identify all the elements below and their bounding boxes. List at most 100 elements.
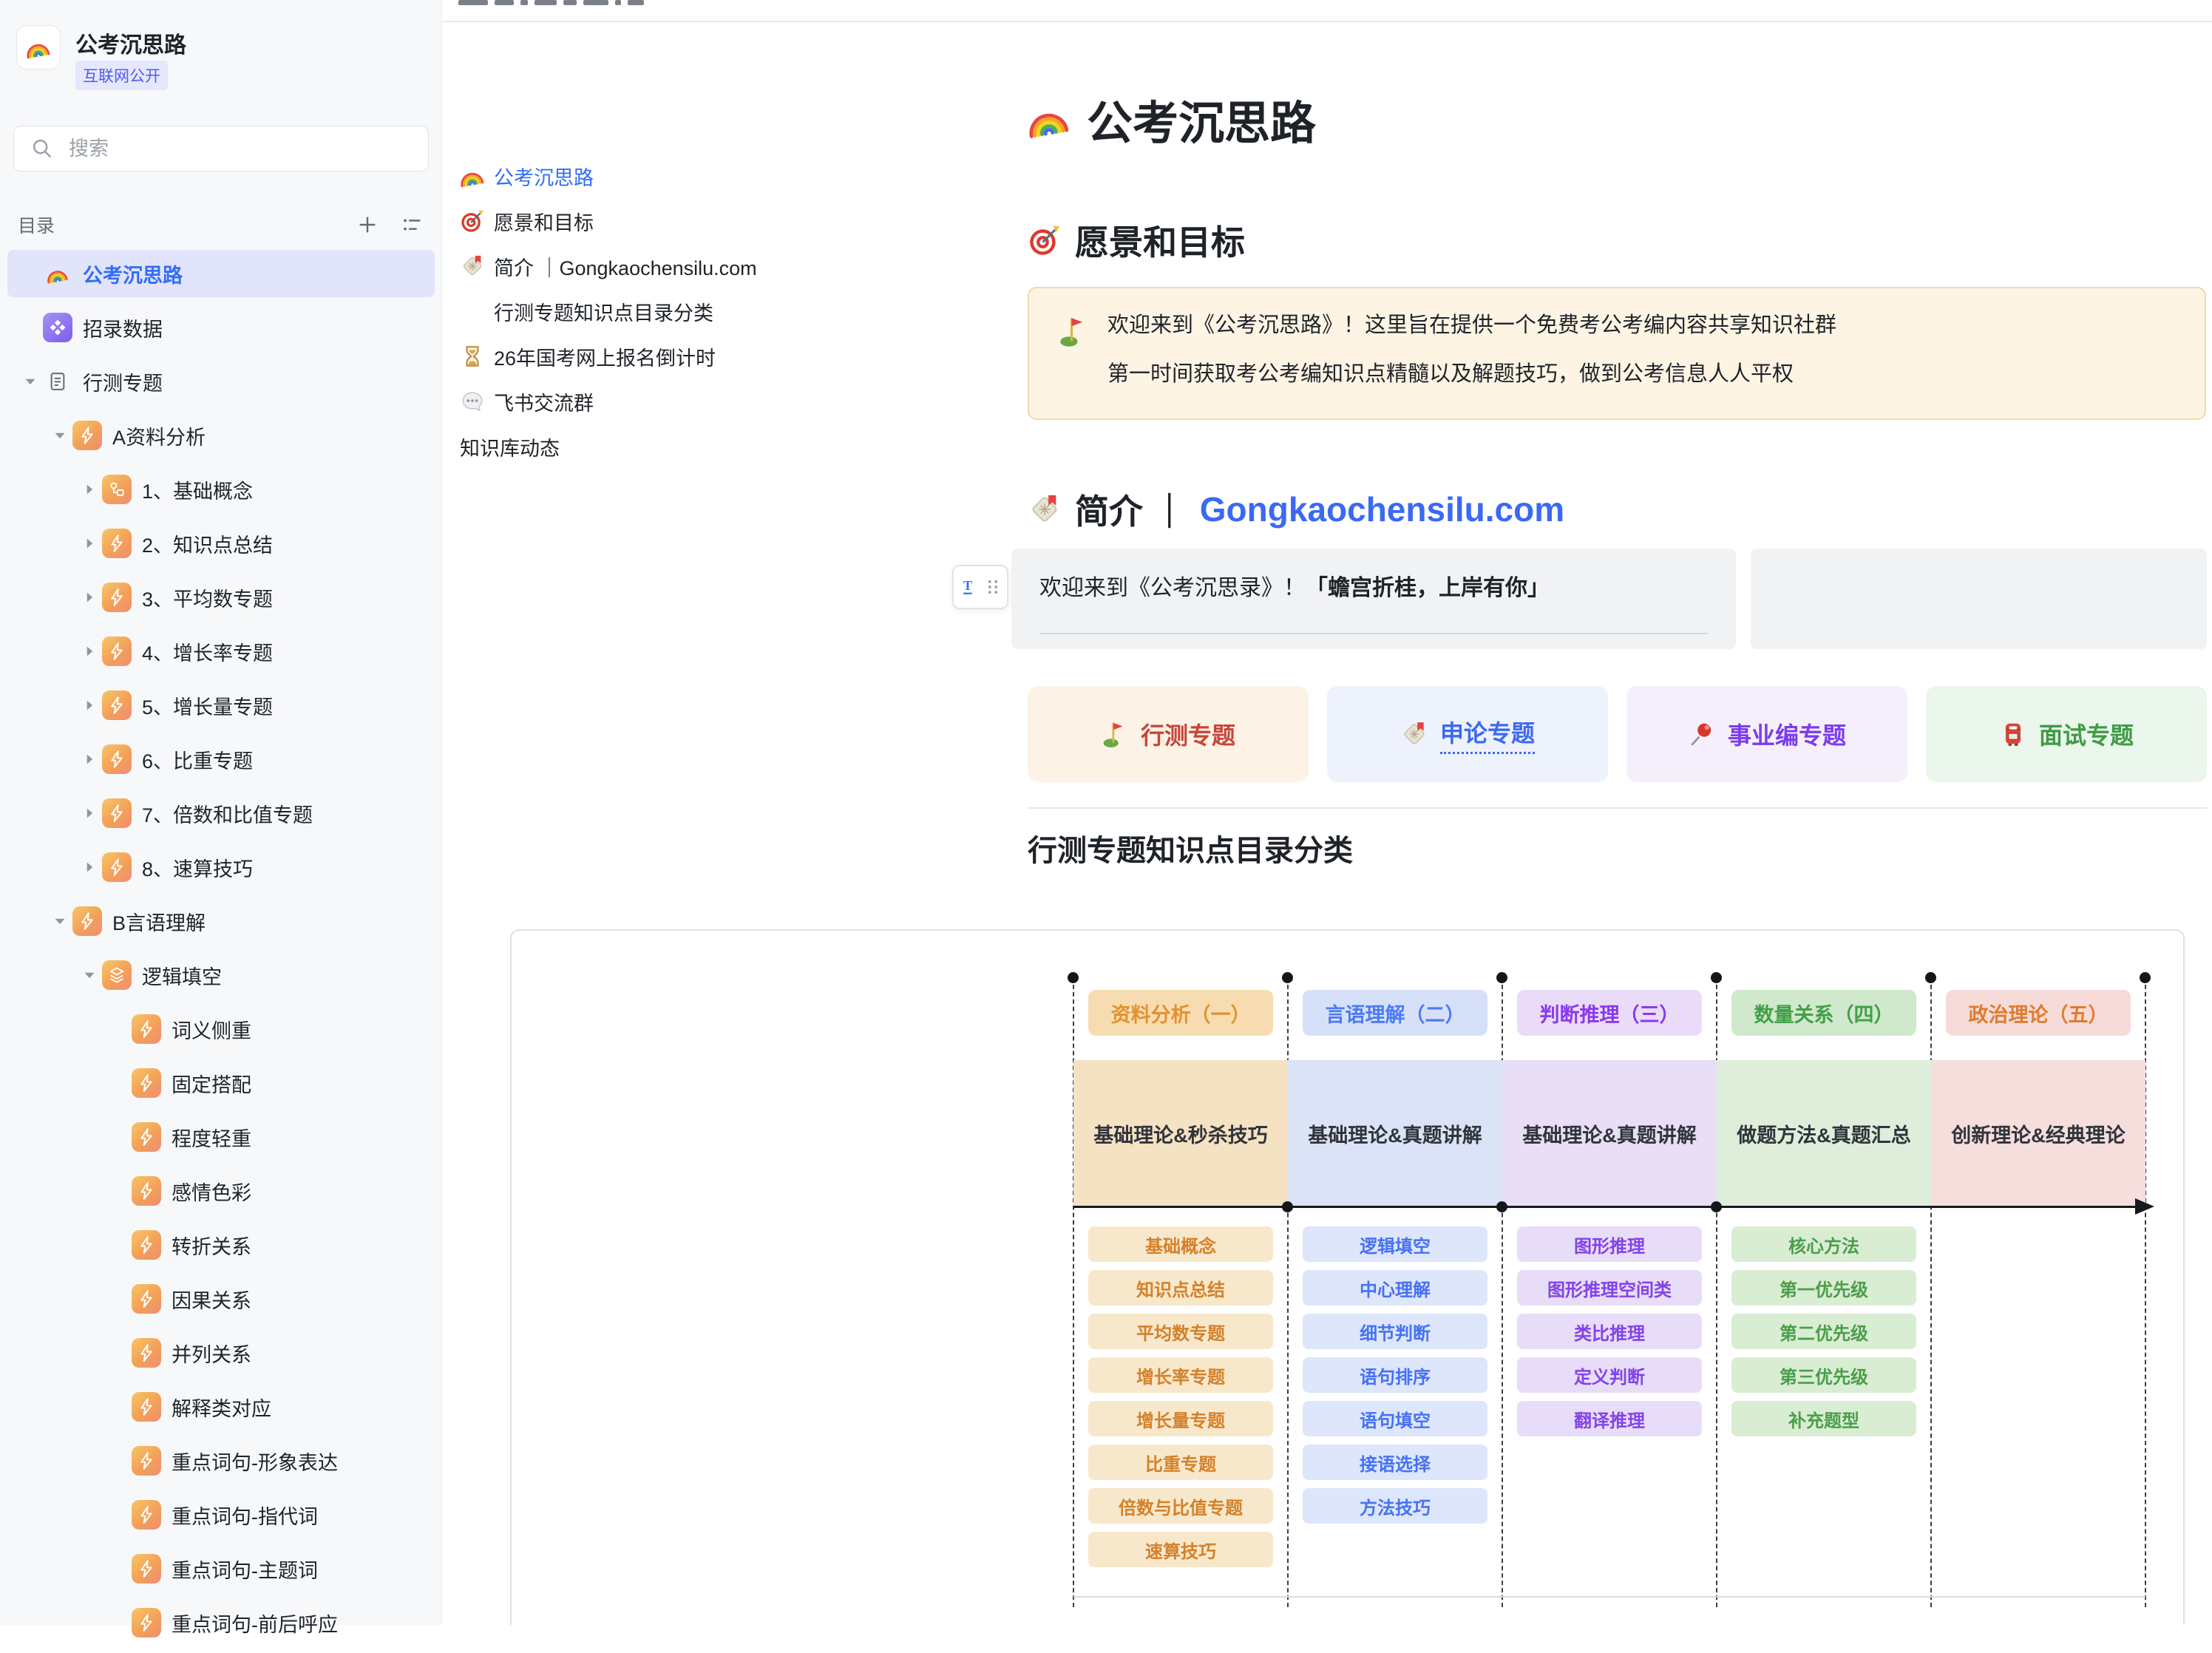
topic-card[interactable]: 面试专题: [1926, 686, 2207, 782]
board-item-pill[interactable]: 中心理解: [1303, 1270, 1487, 1306]
sidebar-item[interactable]: 1、基础概念: [7, 466, 435, 513]
board-column-header[interactable]: 资料分析（一）: [1088, 990, 1273, 1036]
caret-down-icon[interactable]: [77, 967, 102, 983]
caret-right-icon[interactable]: [77, 535, 102, 551]
board-item-pill[interactable]: 接语选择: [1303, 1445, 1487, 1480]
rainbow-icon: [43, 259, 72, 288]
lightning-icon: [132, 1500, 161, 1530]
sidebar-item[interactable]: 6、比重专题: [7, 736, 435, 783]
topic-card[interactable]: 事业编专题: [1626, 686, 1907, 782]
board-item-pill[interactable]: 第二优先级: [1731, 1314, 1916, 1349]
sidebar-item[interactable]: 并列关系: [7, 1329, 435, 1377]
caret-right-icon[interactable]: [77, 697, 102, 713]
search-input[interactable]: [13, 126, 429, 172]
board-item-pill[interactable]: 语句排序: [1303, 1357, 1487, 1393]
list-settings-icon[interactable]: [399, 212, 424, 237]
caret-down-icon[interactable]: [47, 427, 72, 444]
plus-icon[interactable]: [355, 212, 380, 237]
board-item-pill[interactable]: 速算技巧: [1088, 1532, 1273, 1567]
sidebar-item-label: 重点词句-形象表达: [172, 1447, 338, 1476]
sidebar-item[interactable]: 7、倍数和比值专题: [7, 790, 435, 837]
topic-card[interactable]: 行测专题: [1028, 686, 1309, 782]
caret-right-icon[interactable]: [77, 751, 102, 767]
outline-item[interactable]: 26年国考网上报名倒计时: [460, 340, 977, 373]
board-item-pill[interactable]: 图形推理: [1517, 1226, 1702, 1262]
outline-item[interactable]: 知识库动态: [460, 430, 977, 463]
caret-right-icon[interactable]: [77, 481, 102, 498]
board-phase-band[interactable]: 基础理论&秒杀技巧: [1073, 1060, 1288, 1207]
sidebar-item[interactable]: 重点词句-前后呼应: [7, 1599, 435, 1646]
outline-item[interactable]: 行测专题知识点目录分类: [460, 295, 977, 327]
board-item-pill[interactable]: 比重专题: [1088, 1445, 1273, 1480]
board-phase-band[interactable]: 基础理论&真题讲解: [1288, 1060, 1502, 1207]
caret-right-icon[interactable]: [77, 589, 102, 605]
board-item-pill[interactable]: 倍数与比值专题: [1088, 1488, 1273, 1524]
sidebar-item[interactable]: 行测专题: [7, 358, 435, 405]
board-item-pill[interactable]: 增长量专题: [1088, 1401, 1273, 1436]
board-item-pill[interactable]: 核心方法: [1731, 1226, 1916, 1262]
sidebar-item[interactable]: 程度轻重: [7, 1113, 435, 1161]
outline-item[interactable]: 飞书交流群: [460, 385, 977, 418]
guide-dot: [1925, 972, 1936, 983]
sidebar-item[interactable]: 4、增长率专题: [7, 628, 435, 675]
board-item-pill[interactable]: 第一优先级: [1731, 1270, 1916, 1306]
board-column-header[interactable]: 判断推理（三）: [1517, 990, 1702, 1036]
sidebar-item[interactable]: 词义侧重: [7, 1005, 435, 1053]
board-phase-band[interactable]: 做题方法&真题汇总: [1717, 1060, 1931, 1207]
sidebar-item[interactable]: 招录数据: [7, 304, 435, 351]
board-item-pill[interactable]: 第三优先级: [1731, 1357, 1916, 1393]
text-style-icon[interactable]: T: [957, 576, 979, 598]
sidebar-item[interactable]: A资料分析: [7, 412, 435, 459]
board-phase-band[interactable]: 创新理论&经典理论: [1931, 1060, 2145, 1207]
board-column-header[interactable]: 数量关系（四）: [1731, 990, 1916, 1036]
sidebar-item[interactable]: 因果关系: [7, 1275, 435, 1323]
board-item-pill[interactable]: 知识点总结: [1088, 1270, 1273, 1306]
empty-text-block[interactable]: [1751, 549, 2207, 649]
board-item-pill[interactable]: 增长率专题: [1088, 1357, 1273, 1393]
sidebar-item[interactable]: B言语理解: [7, 897, 435, 945]
drag-handle-icon[interactable]: [982, 576, 1004, 598]
board-item-pill[interactable]: 逻辑填空: [1303, 1226, 1487, 1262]
sidebar-item[interactable]: 感情色彩: [7, 1167, 435, 1215]
caret-down-icon[interactable]: [47, 913, 72, 929]
board-item-pill[interactable]: 方法技巧: [1303, 1488, 1487, 1524]
callout-block[interactable]: 欢迎来到《公考沉思路》！这里旨在提供一个免费考公考编内容共享知识社群 第一时间获…: [1028, 287, 2206, 420]
sidebar-item[interactable]: 重点词句-形象表达: [7, 1437, 435, 1484]
sidebar-item[interactable]: 解释类对应: [7, 1383, 435, 1430]
sidebar-item[interactable]: 重点词句-指代词: [7, 1491, 435, 1538]
board-item-pill[interactable]: 图形推理空间类: [1517, 1270, 1702, 1306]
board-item-pill[interactable]: 细节判断: [1303, 1314, 1487, 1349]
caret-down-icon[interactable]: [18, 373, 43, 390]
board-item-pill[interactable]: 语句填空: [1303, 1401, 1487, 1436]
site-link[interactable]: Gongkaochensilu.com: [1200, 489, 1564, 529]
outline-item[interactable]: 愿景和目标: [460, 205, 977, 237]
sidebar-item[interactable]: 固定搭配: [7, 1059, 435, 1107]
board-item-pill[interactable]: 平均数专题: [1088, 1314, 1273, 1349]
board-phase-band[interactable]: 基础理论&真题讲解: [1502, 1060, 1717, 1207]
outline-item[interactable]: 公考沉思路: [460, 160, 977, 192]
sidebar-item[interactable]: 重点词句-主题词: [7, 1545, 435, 1592]
board-item-pill[interactable]: 翻译推理: [1517, 1401, 1702, 1436]
board-item-pill[interactable]: 类比推理: [1517, 1314, 1702, 1349]
sidebar-item[interactable]: 转折关系: [7, 1221, 435, 1269]
sidebar-item[interactable]: 公考沉思路: [7, 250, 435, 297]
board-item-pill[interactable]: 基础概念: [1088, 1226, 1273, 1262]
topic-card[interactable]: 申论专题: [1327, 686, 1608, 782]
board-column-header[interactable]: 言语理解（二）: [1303, 990, 1487, 1036]
caret-right-icon[interactable]: [77, 859, 102, 875]
board-item-pill[interactable]: 定义判断: [1517, 1357, 1702, 1393]
search-box[interactable]: [13, 126, 429, 172]
sidebar-item[interactable]: 逻辑填空: [7, 951, 435, 999]
caret-right-icon[interactable]: [77, 643, 102, 659]
board-column-header[interactable]: 政治理论（五）: [1946, 990, 2131, 1036]
sidebar-item[interactable]: 5、增长量专题: [7, 682, 435, 729]
sidebar-item[interactable]: 8、速算技巧: [7, 844, 435, 891]
caret-right-icon[interactable]: [77, 805, 102, 821]
collapse-outline-button[interactable]: [455, 117, 489, 151]
workspace-logo[interactable]: [16, 25, 61, 69]
sidebar-item[interactable]: 2、知识点总结: [7, 520, 435, 567]
sidebar-item[interactable]: 3、平均数专题: [7, 574, 435, 621]
outline-item[interactable]: 简介 ｜Gongkaochensilu.com: [460, 250, 977, 282]
board-item-pill[interactable]: 补充题型: [1731, 1401, 1916, 1436]
text-block-toolbar[interactable]: T: [952, 565, 1008, 609]
